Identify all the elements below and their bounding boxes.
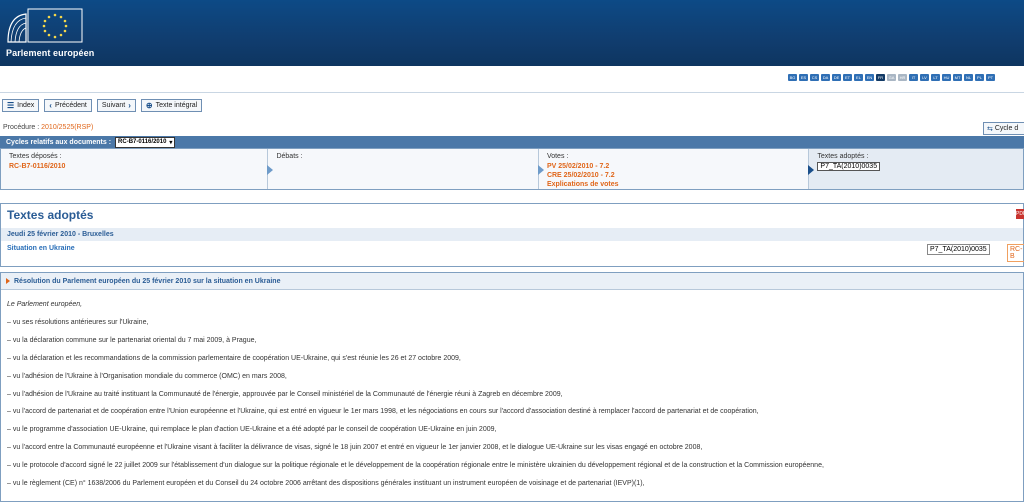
cycles-select[interactable]: RC-B7-0116/2010 ▾ [115,136,176,148]
site-header: Parlement européen [0,0,1024,66]
arrow-right-icon [808,165,815,175]
language-bg[interactable]: BG [788,74,797,81]
text-reference: P7_TA(2010)0035 [927,244,990,255]
citation-item: – vu la déclaration commune sur le parte… [7,336,257,344]
previous-button[interactable]: ‹ Précédent [44,99,92,112]
deposes-link[interactable]: RC-B7-0116/2010 [9,162,259,171]
full-text-label: Texte intégral [155,102,198,109]
cycle-debats: Débats : [268,149,544,189]
language-lt[interactable]: LT [931,74,940,81]
adoptes-title: Textes adoptés : [817,153,869,160]
arrow-right-icon [537,165,544,175]
votes-explanations-link[interactable]: Explications de votes [547,180,800,189]
language-mt[interactable]: MT [953,74,962,81]
cycles-label: Cycles relatifs aux documents : [6,138,112,146]
rc-reference[interactable]: RC-B [1007,244,1024,262]
index-label: Index [17,102,35,109]
language-hu[interactable]: HU [942,74,951,81]
language-it[interactable]: IT [909,74,918,81]
cycles-select-value: RC-B7-0116/2010 [118,139,167,145]
arrow-right-icon [267,165,274,175]
plus-circle-icon: ⊕ [145,101,153,110]
language-es[interactable]: ES [799,74,808,81]
procedure-link[interactable]: 2010/2525(RSP) [41,124,93,131]
adoptes-ref[interactable]: P7_TA(2010)0035 [817,162,881,171]
nav-toolbar: ☰ Index ‹ Précédent Suivant › ⊕ Texte in… [2,99,203,112]
language-hr[interactable]: HR [898,74,907,81]
procedure-label: Procédure : [3,124,40,131]
language-lv[interactable]: LV [920,74,929,81]
resolution-document: Résolution du Parlement européen du 25 f… [0,272,1024,502]
cycles-table: Textes déposés : RC-B7-0116/2010 Débats … [0,148,1024,190]
cycles-bar: Cycles relatifs aux documents : RC-B7-01… [0,136,1024,148]
language-en[interactable]: EN [865,74,874,81]
language-de[interactable]: DE [832,74,841,81]
citation-item: – vu l'accord entre la Communauté europé… [7,444,703,452]
previous-label: Précédent [54,102,87,109]
language-da[interactable]: DA [821,74,830,81]
full-text-button[interactable]: ⊕ Texte intégral [140,99,203,112]
votes-pv-link[interactable]: PV 25/02/2010 - 7.2 [547,162,800,171]
cycle-adoptes: Textes adoptés : P7_TA(2010)0035 [809,149,1023,189]
language-ga[interactable]: GA [887,74,896,81]
page-title: Textes adoptés [7,208,94,222]
citation-item: – vu l'adhésion de l'Ukraine à l'Organis… [7,372,287,380]
cycle-deposes: Textes déposés : RC-B7-0116/2010 [1,149,274,189]
session-date: Jeudi 25 février 2010 - Bruxelles [1,228,1023,241]
adopted-texts-panel: Textes adoptés PDF Jeudi 25 février 2010… [0,203,1024,267]
cycle-votes: Votes : PV 25/02/2010 - 7.2 CRE 25/02/20… [539,149,815,189]
resolution-intro: Le Parlement européen, [7,301,83,308]
citation-item: – vu l'accord de partenariat et de coopé… [7,408,759,416]
votes-title: Votes : [546,153,569,160]
debats-title: Débats : [276,153,303,160]
divider [0,92,1024,93]
language-pl[interactable]: PL [975,74,984,81]
cycle-button-label: Cycle d [994,125,1019,132]
next-button[interactable]: Suivant › [96,99,136,112]
language-bar: BG ES CS DA DE ET EL EN FR GA HR IT LV LT HU MT NL PL PT [788,74,995,81]
language-fr[interactable]: FR [876,74,885,81]
chevron-left-icon: ‹ [49,101,52,110]
citation-item: – vu l'adhésion de l'Ukraine au traité i… [7,390,563,398]
citation-item: – vu le protocole d'accord signé le 22 j… [7,462,824,470]
procedure-line: Procédure : 2010/2525(RSP) [3,124,93,131]
deposes-title: Textes déposés : [9,153,62,160]
citations-list: – vu ses résolutions antérieures sur l'U… [7,319,824,498]
chevron-right-icon: › [128,101,131,110]
citation-item: – vu ses résolutions antérieures sur l'U… [7,319,149,326]
cycle-button[interactable]: ⇆ Cycle d [983,122,1024,135]
subject-title: Situation en Ukraine [7,245,75,252]
chevron-down-icon: ▾ [169,139,173,146]
language-et[interactable]: ET [843,74,852,81]
language-el[interactable]: EL [854,74,863,81]
votes-cre-link[interactable]: CRE 25/02/2010 - 7.2 [547,171,800,180]
language-cs[interactable]: CS [810,74,819,81]
list-icon: ☰ [7,101,15,110]
pdf-icon[interactable]: PDF [1016,209,1024,219]
language-nl[interactable]: NL [964,74,973,81]
index-button[interactable]: ☰ Index [2,99,40,112]
citation-item: – vu le programme d'association UE-Ukrai… [7,426,497,434]
site-title[interactable]: Parlement européen [6,48,94,58]
citation-item: – vu la déclaration et les recommandatio… [7,354,461,362]
resolution-title: Résolution du Parlement européen du 25 f… [1,273,1023,290]
next-label: Suivant [101,102,126,109]
parliament-logo-icon[interactable] [6,6,84,44]
arrows-icon: ⇆ [987,125,993,133]
language-pt[interactable]: PT [986,74,995,81]
